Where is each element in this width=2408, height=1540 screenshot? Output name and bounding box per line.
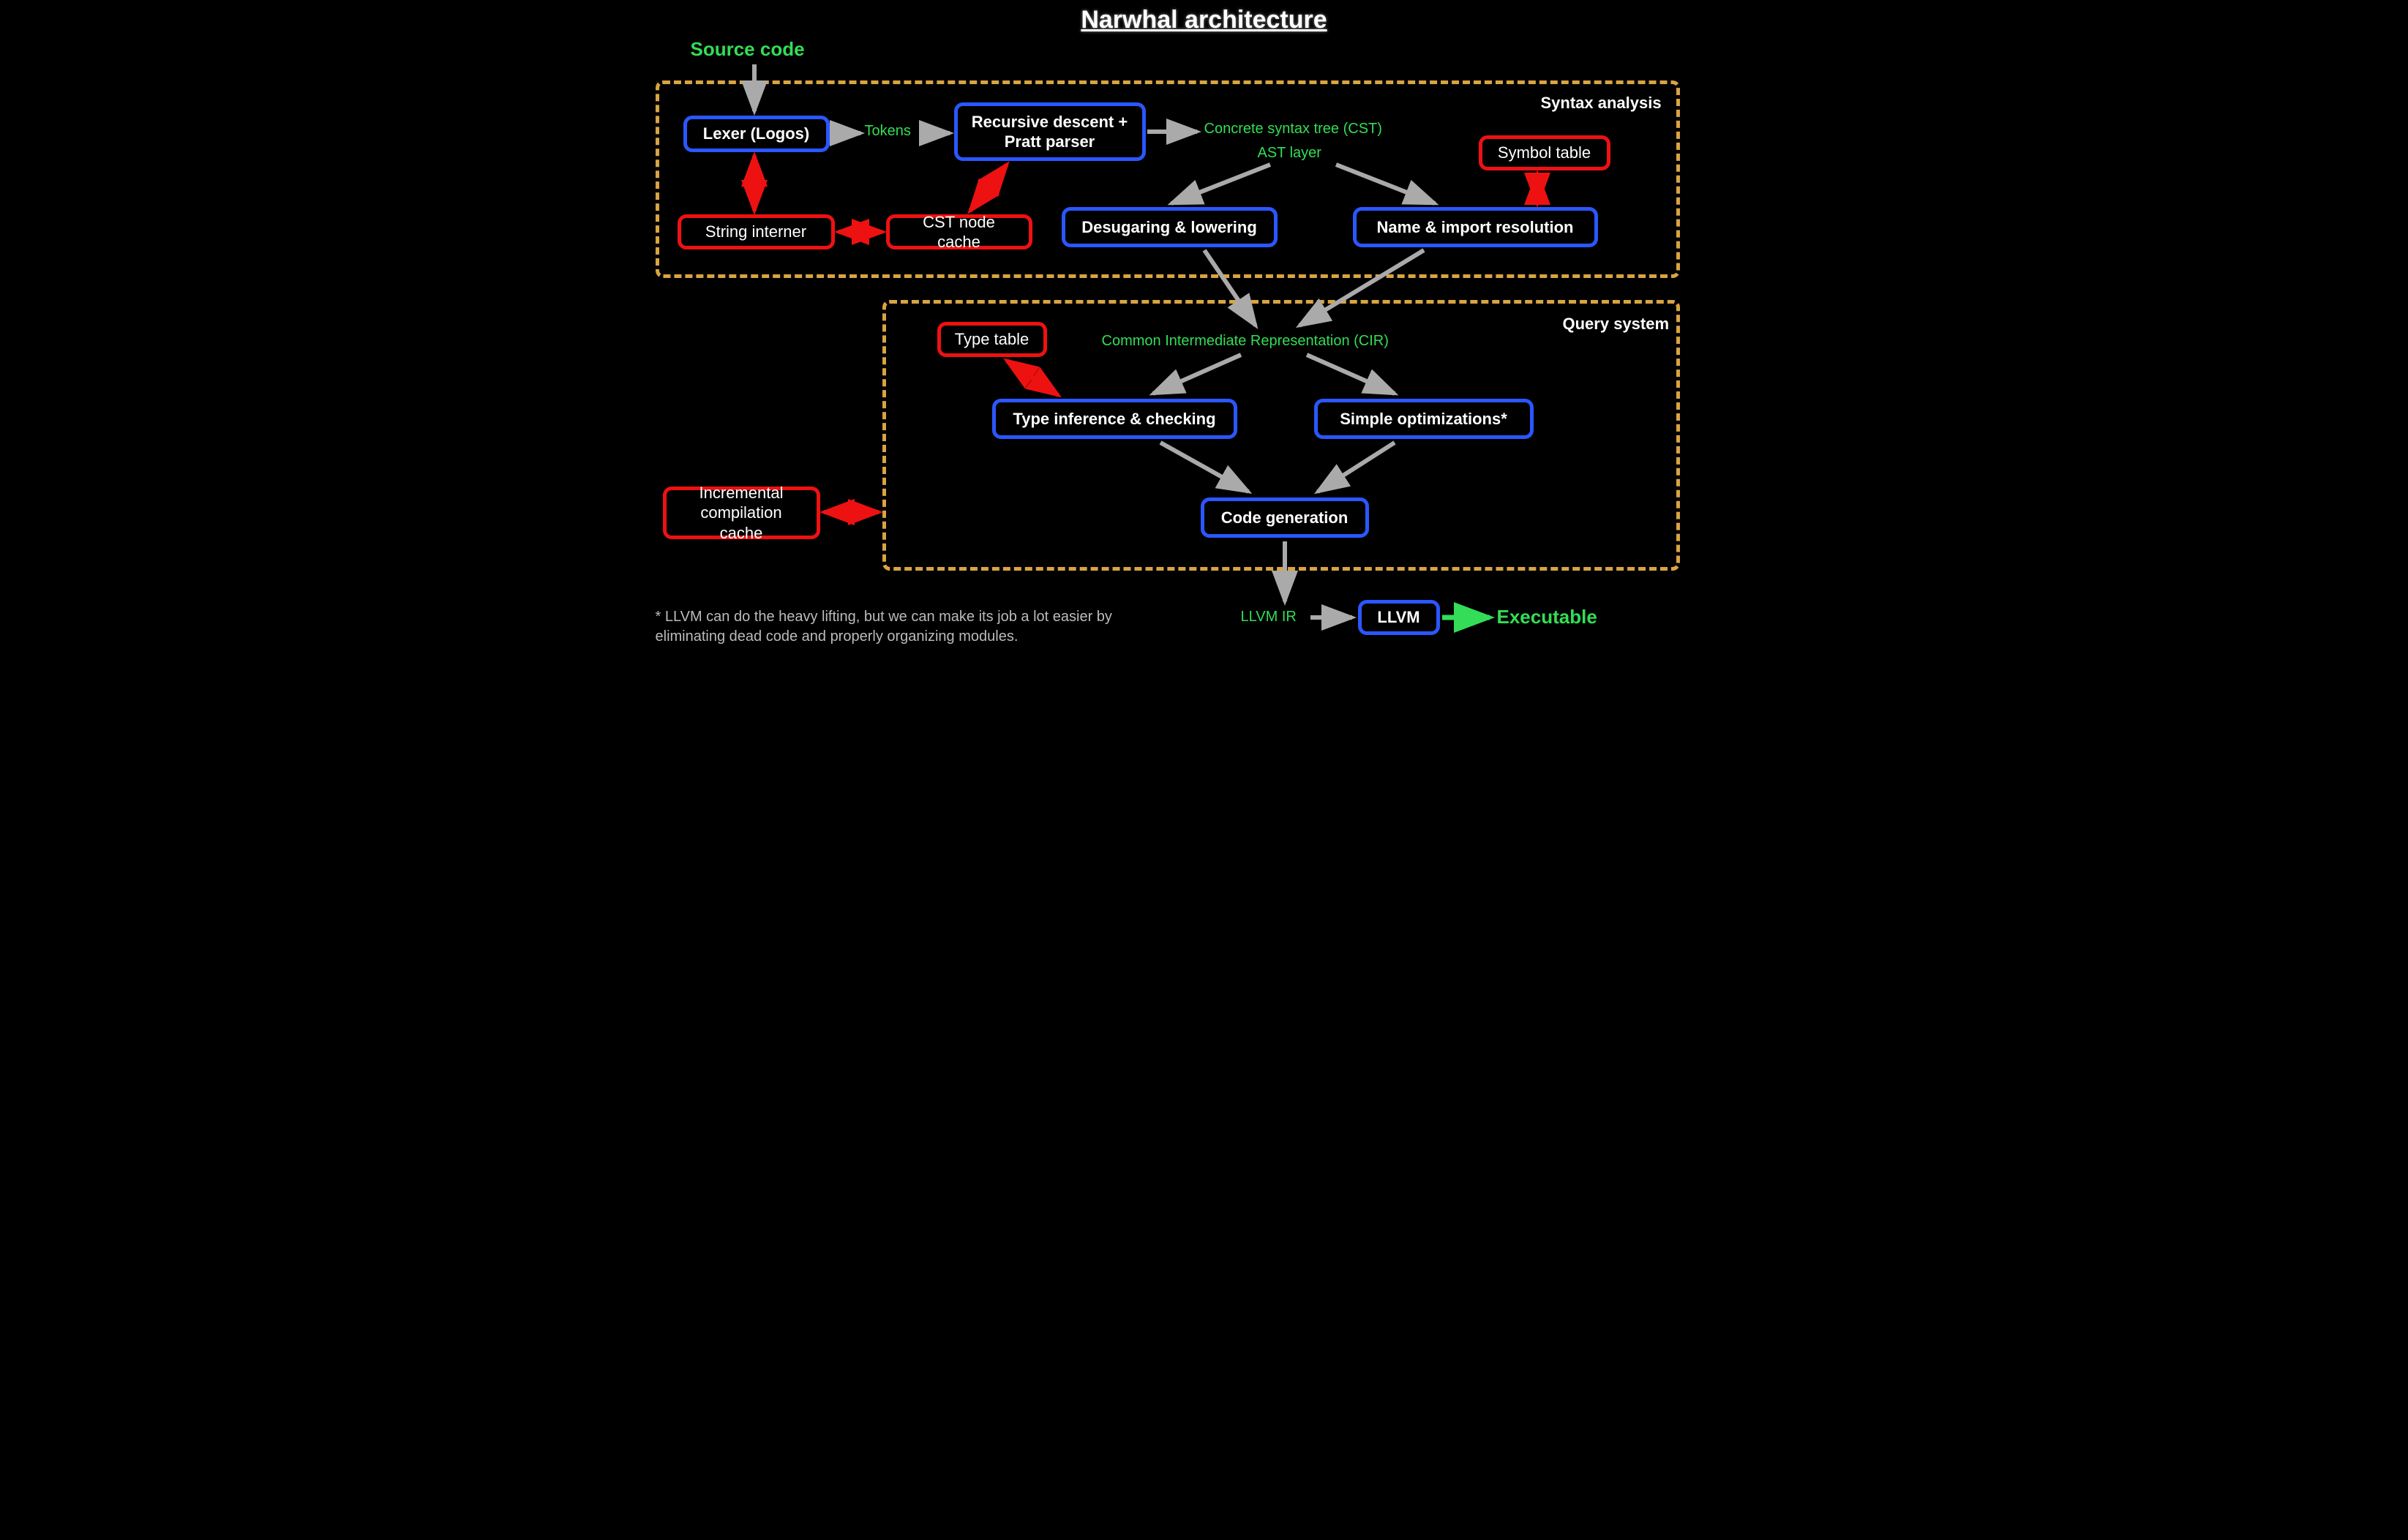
label-executable: Executable [1497, 606, 1597, 628]
region-label-syntax: Syntax analysis [1541, 94, 1662, 113]
box-type-table: Type table [937, 322, 1047, 357]
footnote: * LLVM can do the heavy lifting, but we … [656, 607, 1124, 647]
label-cst: Concrete syntax tree (CST) [1204, 121, 1382, 138]
label-ast-layer: AST layer [1258, 145, 1321, 162]
box-name-resolution: Name & import resolution [1353, 207, 1598, 247]
box-lexer: Lexer (Logos) [683, 116, 830, 152]
box-codegen: Code generation [1201, 497, 1369, 538]
label-tokens: Tokens [865, 123, 911, 140]
box-cst-cache: CST node cache [886, 214, 1032, 249]
diagram-canvas: Narwhal architecture Source code Syntax … [634, 0, 1775, 732]
box-string-interner: String interner [678, 214, 835, 249]
box-llvm: LLVM [1358, 600, 1440, 635]
box-symbol-table: Symbol table [1479, 135, 1610, 170]
diagram-title: Narwhal architecture [1081, 6, 1327, 34]
box-parser: Recursive descent + Pratt parser [954, 102, 1146, 161]
box-incremental-cache: Incremental compilation cache [663, 487, 820, 539]
label-cir: Common Intermediate Representation (CIR) [1102, 333, 1389, 350]
box-desugar: Desugaring & lowering [1062, 207, 1278, 247]
box-type-checking: Type inference & checking [992, 399, 1237, 439]
label-llvm-ir: LLVM IR [1241, 609, 1297, 626]
region-label-query: Query system [1563, 315, 1670, 334]
label-source-code: Source code [691, 38, 805, 61]
box-optimizations: Simple optimizations* [1314, 399, 1534, 439]
